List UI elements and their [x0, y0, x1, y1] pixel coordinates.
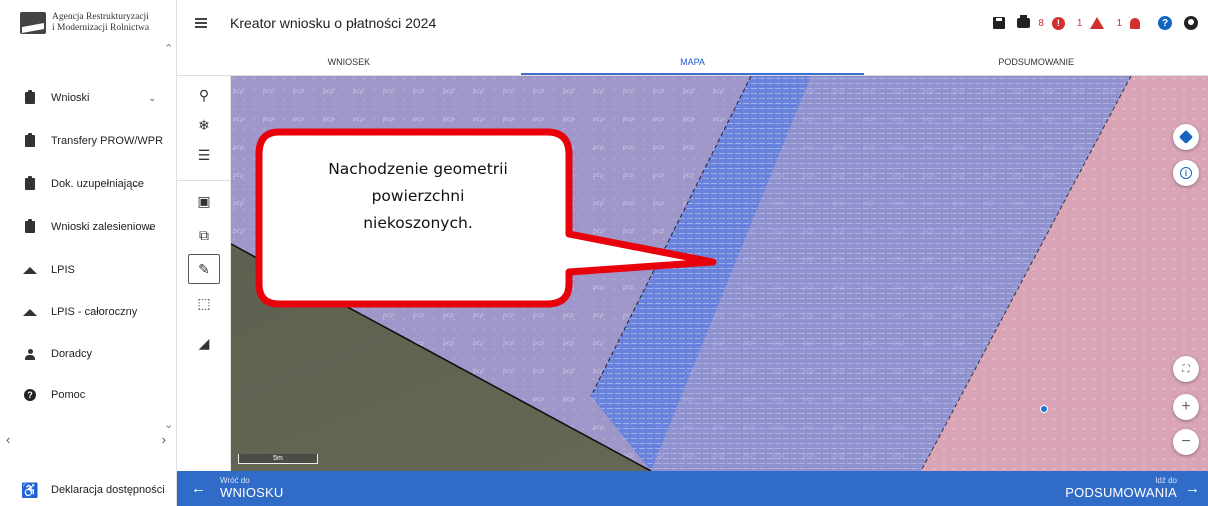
map-view[interactable]: pcp [231, 76, 1208, 471]
field-crop-icon[interactable]: ❄ [188, 110, 220, 140]
info-icon: i [1180, 167, 1192, 179]
sidebar-horizontal-scrollbar[interactable]: ‹ › [6, 432, 166, 447]
toolbar-icons: 8 ! 1 1 ? [993, 13, 1198, 33]
person-icon [24, 348, 36, 361]
sidebar-item-pomoc[interactable]: ? Pomoc [0, 375, 176, 415]
clipboard-icon [24, 90, 36, 105]
zoom-in-button[interactable]: + [1173, 394, 1199, 420]
back-to-wniosek-button[interactable]: Wróć do WNIOSKU [220, 476, 284, 500]
info-button[interactable]: i [1173, 160, 1199, 186]
arimr-logo-mark [20, 12, 46, 34]
error-icon[interactable]: ! [1051, 16, 1065, 30]
back-big-label: WNIOSKU [220, 485, 284, 500]
next-big-label: PODSUMOWANIA [1065, 485, 1177, 500]
sidebar-item-label: Transfery PROW/WPR [51, 135, 164, 147]
terrain-icon [23, 306, 37, 319]
bell-icon[interactable] [1130, 17, 1140, 29]
copy-geometry-icon[interactable]: ⧉ [188, 220, 220, 250]
layers-icon [1178, 129, 1194, 145]
list-icon[interactable]: ☰ [188, 140, 220, 170]
sidebar-item-dok-uzupelniajace[interactable]: Dok. uzupełniające ⌄ [0, 164, 176, 204]
tab-mapa[interactable]: MAPA [520, 50, 865, 75]
callout-line-1: Nachodzenie geometrii [328, 160, 508, 178]
hamburger-menu-icon[interactable] [195, 18, 207, 28]
search-icon[interactable]: ⚲ [188, 80, 220, 110]
callout-line-2: powierzchni [371, 187, 465, 205]
tab-bar: WNIOSEK MAPA PODSUMOWANIE [177, 50, 1208, 75]
arrow-left-icon[interactable]: ← [191, 480, 206, 497]
back-small-label: Wróć do [220, 476, 250, 485]
sidebar-item-lpis[interactable]: LPIS [0, 250, 176, 290]
sidebar-item-label: Pomoc [51, 389, 86, 401]
next-small-label: Idź do [1155, 476, 1177, 485]
arrow-right-icon[interactable]: → [1185, 480, 1200, 497]
top-bar: Kreator wniosku o płatności 2024 8 ! 1 1… [177, 0, 1208, 50]
sidebar-item-label: LPIS [51, 264, 75, 276]
save-icon[interactable] [993, 17, 1006, 29]
terrain-icon [23, 264, 37, 277]
sidebar-item-transfery[interactable]: Transfery PROW/WPR [0, 121, 176, 161]
draw-rectangle-icon[interactable]: ⬚ [188, 288, 220, 318]
warning-icon[interactable] [1090, 17, 1105, 29]
print-icon[interactable] [1017, 15, 1031, 28]
layers-button[interactable] [1173, 124, 1199, 150]
arimr-logo[interactable]: Agencja Restrukturyzacji i Modernizacji … [20, 12, 149, 34]
sidebar-item-label: Doradcy [51, 348, 92, 360]
clipboard-icon [24, 219, 36, 234]
scroll-right-icon[interactable]: › [162, 432, 166, 447]
select-polygon-icon[interactable]: ▣ [188, 186, 220, 216]
chevron-down-icon: ⌄ [146, 221, 154, 232]
sidebar-item-label: Wnioski zalesieniowe [51, 221, 156, 233]
app-root: Agencja Restrukturyzacji i Modernizacji … [0, 0, 1208, 506]
fullscreen-icon: ⛶ [1182, 363, 1190, 375]
sidebar-item-label: Dok. uzupełniające [51, 178, 144, 190]
sidebar: Agencja Restrukturyzacji i Modernizacji … [0, 0, 177, 506]
sidebar-scroll-up-icon[interactable]: ⌃ [164, 42, 173, 55]
help-icon: ? [24, 389, 36, 402]
map-toolbar: ⚲ ❄ ☰ ▣ ⧉ ✎ ⬚ ◢ [177, 76, 231, 471]
minus-icon: − [1181, 433, 1191, 450]
chevron-down-icon: ⌄ [132, 178, 140, 189]
notification-count: 1 [1116, 17, 1122, 29]
sidebar-scroll-down-icon[interactable]: ⌄ [164, 418, 173, 431]
accessibility-label: Deklaracja dostępności [51, 484, 165, 496]
tab-wniosek[interactable]: WNIOSEK [177, 50, 521, 75]
clipboard-icon [24, 133, 36, 148]
sidebar-item-wnioski-zalesieniowe[interactable]: Wnioski zalesieniowe ⌄ [0, 207, 176, 247]
toolbar-divider [177, 180, 230, 181]
zoom-out-button[interactable]: − [1173, 429, 1199, 455]
chevron-down-icon: ⌄ [148, 92, 156, 103]
sidebar-item-label: LPIS - całoroczny [51, 306, 138, 318]
plus-icon: + [1181, 398, 1191, 415]
measure-icon[interactable]: ◢ [188, 328, 220, 358]
callout-text: Nachodzenie geometrii powierzchni niekos… [268, 156, 568, 237]
bottom-navigation-bar: ← Wróć do WNIOSKU Idź do PODSUMOWANIA → [177, 471, 1208, 506]
error-count: 8 [1038, 17, 1044, 29]
accessibility-declaration-link[interactable]: ♿ Deklaracja dostępności [0, 474, 176, 506]
fullscreen-button[interactable]: ⛶ [1173, 356, 1199, 382]
callout-line-3: niekoszonych. [363, 214, 473, 232]
warning-count: 1 [1076, 17, 1083, 29]
help-circle-icon[interactable]: ? [1158, 16, 1172, 30]
logo-line-2: i Modernizacji Rolnictwa [52, 23, 150, 33]
user-account-icon[interactable] [1184, 16, 1198, 30]
map-canvas: pcp [231, 76, 1208, 471]
accessibility-icon: ♿ [21, 481, 39, 498]
logo-text: Agencja Restrukturyzacji i Modernizacji … [52, 12, 149, 34]
sidebar-item-doradcy[interactable]: Doradcy [0, 334, 176, 374]
sidebar-item-wnioski[interactable]: Wnioski ⌄ [0, 78, 176, 118]
edit-pencil-icon[interactable]: ✎ [188, 254, 220, 284]
sidebar-item-label: Wnioski [51, 92, 90, 104]
go-to-podsumowanie-button[interactable]: Idź do PODSUMOWANIA [1065, 476, 1177, 500]
sidebar-item-lpis-caloroczny[interactable]: LPIS - całoroczny [0, 292, 176, 332]
clipboard-icon [24, 176, 36, 191]
scroll-left-icon[interactable]: ‹ [6, 432, 10, 447]
page-title: Kreator wniosku o płatności 2024 [230, 15, 437, 31]
map-scale-bar: 5m [238, 454, 318, 464]
logo-line-1: Agencja Restrukturyzacji [52, 12, 149, 22]
tab-podsumowanie[interactable]: PODSUMOWANIE [864, 50, 1208, 75]
